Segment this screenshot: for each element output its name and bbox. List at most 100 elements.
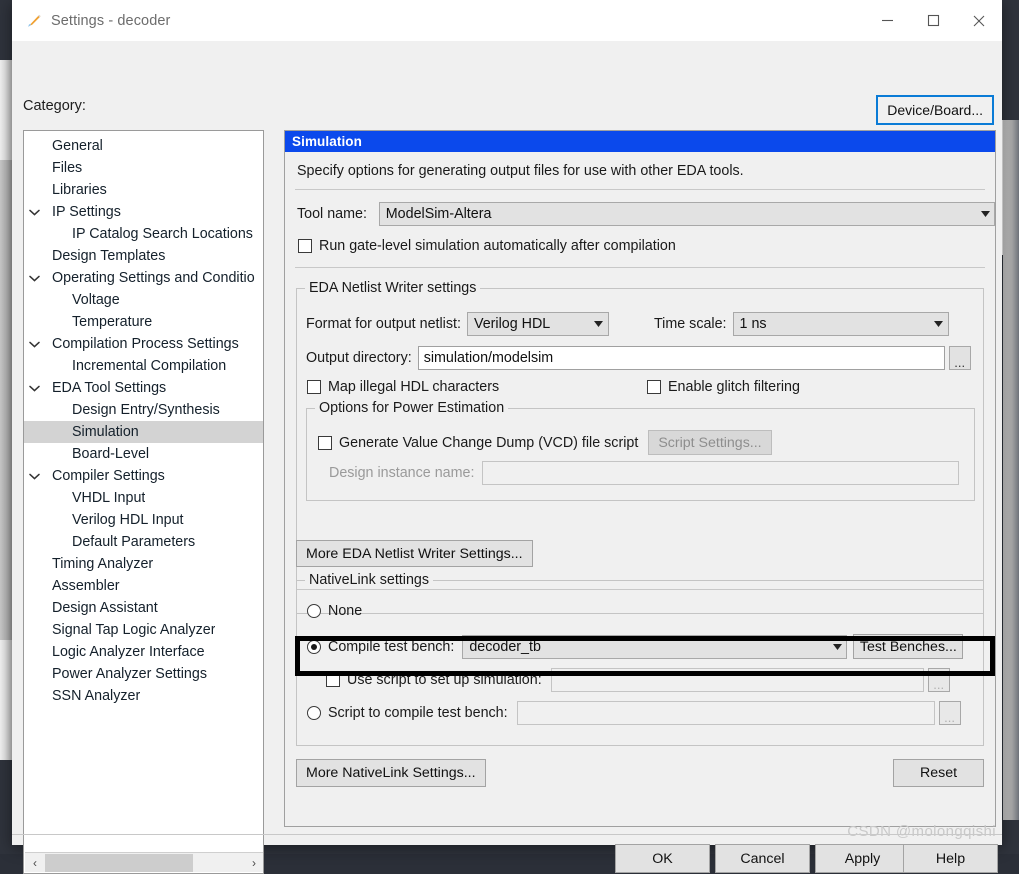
vcd-row[interactable]: Generate Value Change Dump (VCD) file sc… [318,430,772,455]
tree-item-design-assistant[interactable]: Design Assistant [24,597,263,619]
help-button[interactable]: Help [903,844,998,873]
design-instance-row: Design instance name: [329,461,959,485]
maximize-icon[interactable] [910,0,956,41]
use-script-checkbox[interactable] [326,673,340,687]
output-directory-browse-button[interactable]: ... [949,346,971,370]
scroll-right-arrow-icon[interactable]: › [244,854,264,872]
minimize-icon[interactable] [864,0,910,41]
eda-netlist-writer-legend: EDA Netlist Writer settings [305,280,480,296]
option-none-row[interactable]: None [307,603,362,619]
run-gate-level-checkbox[interactable] [298,239,312,253]
tree-item-files[interactable]: Files [24,157,263,179]
tree-item-default-parameters[interactable]: Default Parameters [24,531,263,553]
tree-item-label: Default Parameters [72,534,195,550]
option-script-radio[interactable] [307,706,321,720]
apply-button[interactable]: Apply [815,844,910,873]
tree-item-compilation-process-settings[interactable]: Compilation Process Settings [24,333,263,355]
script-compile-input[interactable] [517,701,935,725]
tree-item-vhdl-input[interactable]: VHDL Input [24,487,263,509]
scrollbar-thumb[interactable] [45,854,193,872]
category-tree[interactable]: GeneralFilesLibraries IP Settings IP Catal… [23,130,264,874]
pane-title: Simulation [285,131,995,152]
tree-item-label: VHDL Input [72,490,145,506]
tool-name-label: Tool name: [297,206,379,222]
device-board-button[interactable]: Device/Board... [876,95,994,125]
tree-item-label: Board-Level [72,446,149,462]
use-script-row[interactable]: Use script to set up simulation: ... [326,668,950,692]
tree-item-simulation[interactable]: Simulation [24,421,263,443]
chevron-down-icon[interactable] [24,275,44,282]
chevron-down-icon[interactable] [930,313,948,335]
glitch-filtering-row[interactable]: Enable glitch filtering [647,379,800,395]
tree-item-incremental-compilation[interactable]: Incremental Compilation [24,355,263,377]
tree-item-libraries[interactable]: Libraries [24,179,263,201]
use-script-input[interactable] [551,668,924,692]
tree-item-label: IP Settings [52,204,121,220]
glitch-filtering-label: Enable glitch filtering [668,379,800,395]
tree-item-eda-tool-settings[interactable]: EDA Tool Settings [24,377,263,399]
chevron-down-icon[interactable] [590,313,608,335]
time-scale-combobox[interactable]: 1 ns [733,312,949,336]
chevron-down-icon[interactable] [24,385,44,392]
option-none-label: None [328,603,362,619]
format-combobox[interactable]: Verilog HDL [467,312,609,336]
tree-item-label: Simulation [72,424,139,440]
chevron-down-icon[interactable] [24,341,44,348]
tree-item-design-templates[interactable]: Design Templates [24,245,263,267]
tree-item-ip-settings[interactable]: IP Settings [24,201,263,223]
tool-name-combobox[interactable]: ModelSim-Altera [379,202,995,226]
use-script-browse-button[interactable]: ... [928,668,950,692]
scroll-left-arrow-icon[interactable]: ‹ [25,854,45,872]
tree-item-ssn-analyzer[interactable]: SSN Analyzer [24,685,263,707]
nativelink-legend: NativeLink settings [305,572,433,588]
script-settings-button[interactable]: Script Settings... [648,430,771,455]
tree-horizontal-scrollbar[interactable]: ‹ › [25,852,264,872]
output-directory-row: Output directory: simulation/modelsim ..… [306,346,971,370]
tree-item-timing-analyzer[interactable]: Timing Analyzer [24,553,263,575]
tree-item-verilog-hdl-input[interactable]: Verilog HDL Input [24,509,263,531]
design-instance-input[interactable] [482,461,959,485]
tree-item-general[interactable]: General [24,135,263,157]
design-instance-label: Design instance name: [329,465,474,481]
cancel-button[interactable]: Cancel [715,844,810,873]
chevron-down-icon[interactable] [976,203,994,225]
option-compile-row[interactable]: Compile test bench: decoder_tb Test Benc… [307,634,963,659]
glitch-filtering-checkbox[interactable] [647,380,661,394]
tree-item-label: Assembler [52,578,120,594]
tree-item-operating-settings-and-conditio[interactable]: Operating Settings and Conditio [24,267,263,289]
tree-item-voltage[interactable]: Voltage [24,289,263,311]
tree-item-assembler[interactable]: Assembler [24,575,263,597]
tree-item-label: Verilog HDL Input [72,512,184,528]
chevron-down-icon[interactable] [24,473,44,480]
tree-item-label: Signal Tap Logic Analyzer [52,622,215,638]
option-compile-radio[interactable] [307,640,321,654]
reset-button[interactable]: Reset [893,759,984,787]
tree-item-signal-tap-logic-analyzer[interactable]: Signal Tap Logic Analyzer [24,619,263,641]
output-directory-input[interactable]: simulation/modelsim [418,346,945,370]
map-illegal-row[interactable]: Map illegal HDL characters [307,379,499,395]
run-gate-level-row[interactable]: Run gate-level simulation automatically … [298,238,995,254]
map-illegal-checkbox[interactable] [307,380,321,394]
more-nativelink-settings-button[interactable]: More NativeLink Settings... [296,759,486,787]
script-compile-browse-button[interactable]: ... [939,701,961,725]
compile-test-bench-combobox[interactable]: decoder_tb [462,635,847,659]
tree-item-compiler-settings[interactable]: Compiler Settings [24,465,263,487]
test-benches-button[interactable]: Test Benches... [853,634,963,659]
option-script-row[interactable]: Script to compile test bench: ... [307,701,961,725]
ok-button[interactable]: OK [615,844,710,873]
chevron-down-icon[interactable] [24,209,44,216]
tree-item-board-level[interactable]: Board-Level [24,443,263,465]
chevron-down-icon[interactable] [828,636,846,658]
tree-item-power-analyzer-settings[interactable]: Power Analyzer Settings [24,663,263,685]
format-row: Format for output netlist: Verilog HDL T… [306,312,949,336]
tree-item-design-entry-synthesis[interactable]: Design Entry/Synthesis [24,399,263,421]
vcd-checkbox[interactable] [318,436,332,450]
option-none-radio[interactable] [307,604,321,618]
tree-item-logic-analyzer-interface[interactable]: Logic Analyzer Interface [24,641,263,663]
category-label: Category: [23,98,86,114]
close-icon[interactable] [956,0,1002,41]
category-tree-list: GeneralFilesLibraries IP Settings IP Catal… [24,131,263,707]
tree-item-ip-catalog-search-locations[interactable]: IP Catalog Search Locations [24,223,263,245]
more-eda-netlist-writer-settings-button[interactable]: More EDA Netlist Writer Settings... [296,540,533,567]
tree-item-temperature[interactable]: Temperature [24,311,263,333]
